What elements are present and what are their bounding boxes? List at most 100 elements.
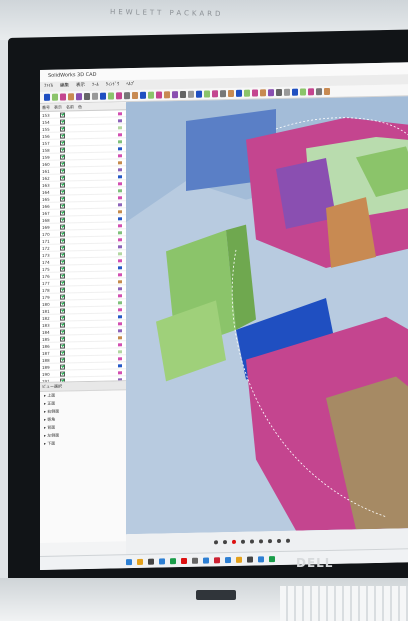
menu-item[interactable]: 表示	[76, 81, 85, 91]
layer-color-swatch[interactable]	[118, 111, 122, 115]
view-control-icon[interactable]	[241, 539, 245, 544]
visibility-checkbox[interactable]	[60, 356, 65, 363]
visibility-checkbox[interactable]	[60, 286, 65, 293]
taskbar-app-icon[interactable]	[137, 558, 143, 565]
visibility-checkbox[interactable]	[60, 153, 65, 160]
layer-color-swatch[interactable]	[118, 125, 122, 129]
taskbar-app-icon[interactable]	[247, 556, 253, 563]
layer-color-swatch[interactable]	[118, 132, 122, 136]
layer-color-swatch[interactable]	[118, 195, 122, 199]
taskbar-app-icon[interactable]	[203, 556, 209, 564]
layer-color-swatch[interactable]	[118, 167, 122, 171]
toolbar-icon[interactable]	[284, 88, 290, 96]
visibility-checkbox[interactable]	[60, 202, 65, 209]
visibility-checkbox[interactable]	[60, 251, 65, 258]
layer-color-swatch[interactable]	[118, 328, 122, 332]
taskbar-app-icon[interactable]	[214, 556, 220, 563]
toolbar-icon[interactable]	[276, 88, 282, 97]
layer-color-swatch[interactable]	[118, 216, 122, 220]
toolbar-icon[interactable]	[292, 88, 298, 96]
toolbar-icon[interactable]	[220, 90, 226, 98]
layer-color-swatch[interactable]	[118, 363, 122, 367]
visibility-checkbox[interactable]	[60, 125, 65, 132]
toolbar-icon[interactable]	[52, 93, 58, 101]
toolbar-icon[interactable]	[204, 90, 210, 98]
toolbar-icon[interactable]	[316, 88, 322, 96]
visibility-checkbox[interactable]	[60, 314, 65, 321]
view-control-icon[interactable]	[268, 539, 272, 544]
layer-color-swatch[interactable]	[118, 356, 122, 360]
toolbar-icon[interactable]	[84, 92, 90, 101]
menu-item[interactable]: ｳｨﾝﾄﾞｳ	[106, 80, 120, 90]
layer-color-swatch[interactable]	[118, 139, 122, 143]
toolbar-icon[interactable]	[172, 91, 178, 99]
layer-color-swatch[interactable]	[118, 244, 122, 248]
toolbar-icon[interactable]	[140, 91, 146, 99]
layer-color-swatch[interactable]	[118, 370, 122, 374]
menu-item[interactable]: ﾌｧｲﾙ	[44, 82, 53, 92]
menu-item[interactable]: ﾍﾙﾌﾟ	[126, 80, 135, 90]
view-control-icon[interactable]	[277, 538, 281, 544]
toolbar-icon[interactable]	[180, 90, 186, 99]
layer-color-swatch[interactable]	[118, 265, 122, 269]
layer-color-swatch[interactable]	[118, 223, 122, 227]
layer-color-swatch[interactable]	[118, 258, 122, 262]
visibility-checkbox[interactable]	[60, 328, 65, 335]
toolbar-icon[interactable]	[164, 91, 170, 99]
visibility-checkbox[interactable]	[60, 188, 65, 195]
visibility-checkbox[interactable]	[60, 160, 65, 167]
toolbar-icon[interactable]	[156, 91, 162, 99]
toolbar-icon[interactable]	[60, 93, 66, 101]
taskbar-app-icon[interactable]	[258, 555, 264, 562]
taskbar-app-icon[interactable]	[181, 557, 187, 564]
layer-color-swatch[interactable]	[118, 349, 122, 353]
view-control-icon[interactable]	[223, 540, 227, 545]
visibility-checkbox[interactable]	[60, 279, 65, 286]
toolbar-icon[interactable]	[268, 89, 274, 97]
toolbar-icon[interactable]	[100, 92, 106, 100]
layer-color-swatch[interactable]	[118, 279, 122, 283]
layer-color-swatch[interactable]	[118, 251, 122, 255]
taskbar-app-icon[interactable]	[126, 558, 132, 565]
visibility-checkbox[interactable]	[60, 370, 65, 377]
visibility-checkbox[interactable]	[60, 258, 65, 265]
visibility-checkbox[interactable]	[60, 342, 65, 349]
taskbar-app-icon[interactable]	[192, 557, 198, 564]
visibility-checkbox[interactable]	[60, 139, 65, 146]
layer-color-swatch[interactable]	[118, 209, 122, 213]
visibility-checkbox[interactable]	[60, 321, 65, 328]
toolbar-icon[interactable]	[108, 92, 114, 100]
visibility-checkbox[interactable]	[60, 244, 65, 251]
visibility-checkbox[interactable]	[60, 349, 65, 356]
toolbar-icon[interactable]	[260, 89, 266, 97]
layer-color-swatch[interactable]	[118, 237, 122, 241]
toolbar-icon[interactable]	[188, 90, 194, 98]
view-control-icon[interactable]	[250, 539, 254, 544]
visibility-checkbox[interactable]	[60, 209, 65, 216]
toolbar-icon[interactable]	[236, 89, 242, 97]
visibility-checkbox[interactable]	[60, 132, 65, 139]
visibility-checkbox[interactable]	[60, 223, 65, 230]
toolbar-icon[interactable]	[44, 93, 50, 101]
toolbar-icon[interactable]	[148, 91, 154, 99]
toolbar-icon[interactable]	[300, 88, 306, 96]
visibility-checkbox[interactable]	[60, 118, 65, 125]
layer-color-swatch[interactable]	[118, 202, 122, 206]
toolbar-icon[interactable]	[228, 89, 234, 98]
column-header[interactable]: 色	[76, 103, 84, 110]
layer-color-swatch[interactable]	[118, 188, 122, 192]
taskbar-app-icon[interactable]	[225, 556, 231, 563]
column-header[interactable]: 名前	[64, 103, 76, 110]
toolbar-icon[interactable]	[116, 92, 122, 100]
toolbar-icon[interactable]	[132, 91, 138, 100]
visibility-checkbox[interactable]	[60, 363, 65, 370]
toolbar-icon[interactable]	[92, 92, 98, 100]
taskbar-app-icon[interactable]	[170, 557, 176, 564]
toolbar-icon[interactable]	[76, 93, 82, 101]
view-item[interactable]: ▸ 下面	[40, 438, 126, 448]
visibility-checkbox[interactable]	[60, 216, 65, 223]
cad-viewport[interactable]	[126, 96, 408, 535]
layer-color-swatch[interactable]	[118, 314, 122, 318]
layer-color-swatch[interactable]	[118, 335, 122, 339]
view-control-icon[interactable]	[286, 538, 290, 543]
